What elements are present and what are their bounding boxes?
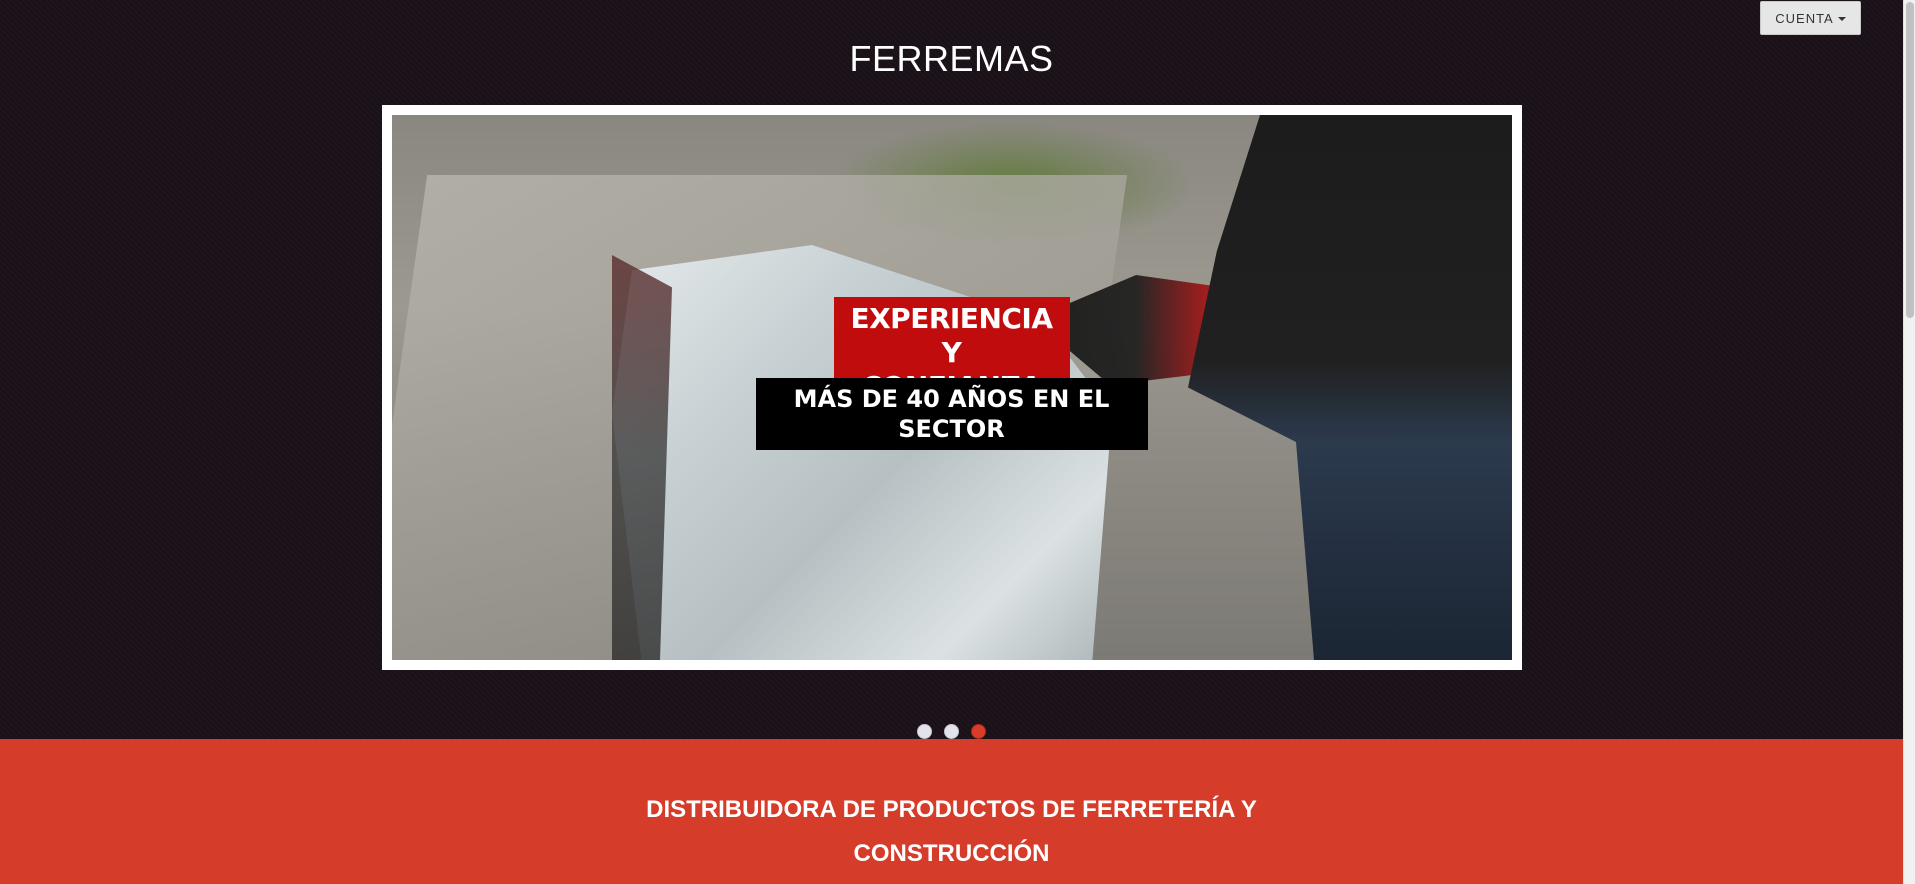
banner-heading: DISTRIBUIDORA DE PRODUCTOS DE FERRETERÍA… [646,796,1257,867]
carousel-indicators [0,724,1903,739]
caret-down-icon [1837,17,1846,21]
scrollbar-thumb[interactable] [1906,2,1914,318]
account-button-label: CUENTA [1775,10,1834,26]
account-dropdown-button[interactable]: CUENTA [1760,1,1861,35]
vertical-scrollbar[interactable] [1903,0,1915,884]
carousel-caption-subtitle-wrap: MÁS DE 40 AÑOS EN EL SECTOR [0,378,1903,450]
carousel-indicator-2[interactable] [944,724,959,739]
carousel-caption-subtitle: MÁS DE 40 AÑOS EN EL SECTOR [755,378,1148,450]
site-title: FERREMAS [849,38,1054,79]
carousel-indicator-3[interactable] [971,724,986,739]
carousel-indicator-1[interactable] [917,724,932,739]
